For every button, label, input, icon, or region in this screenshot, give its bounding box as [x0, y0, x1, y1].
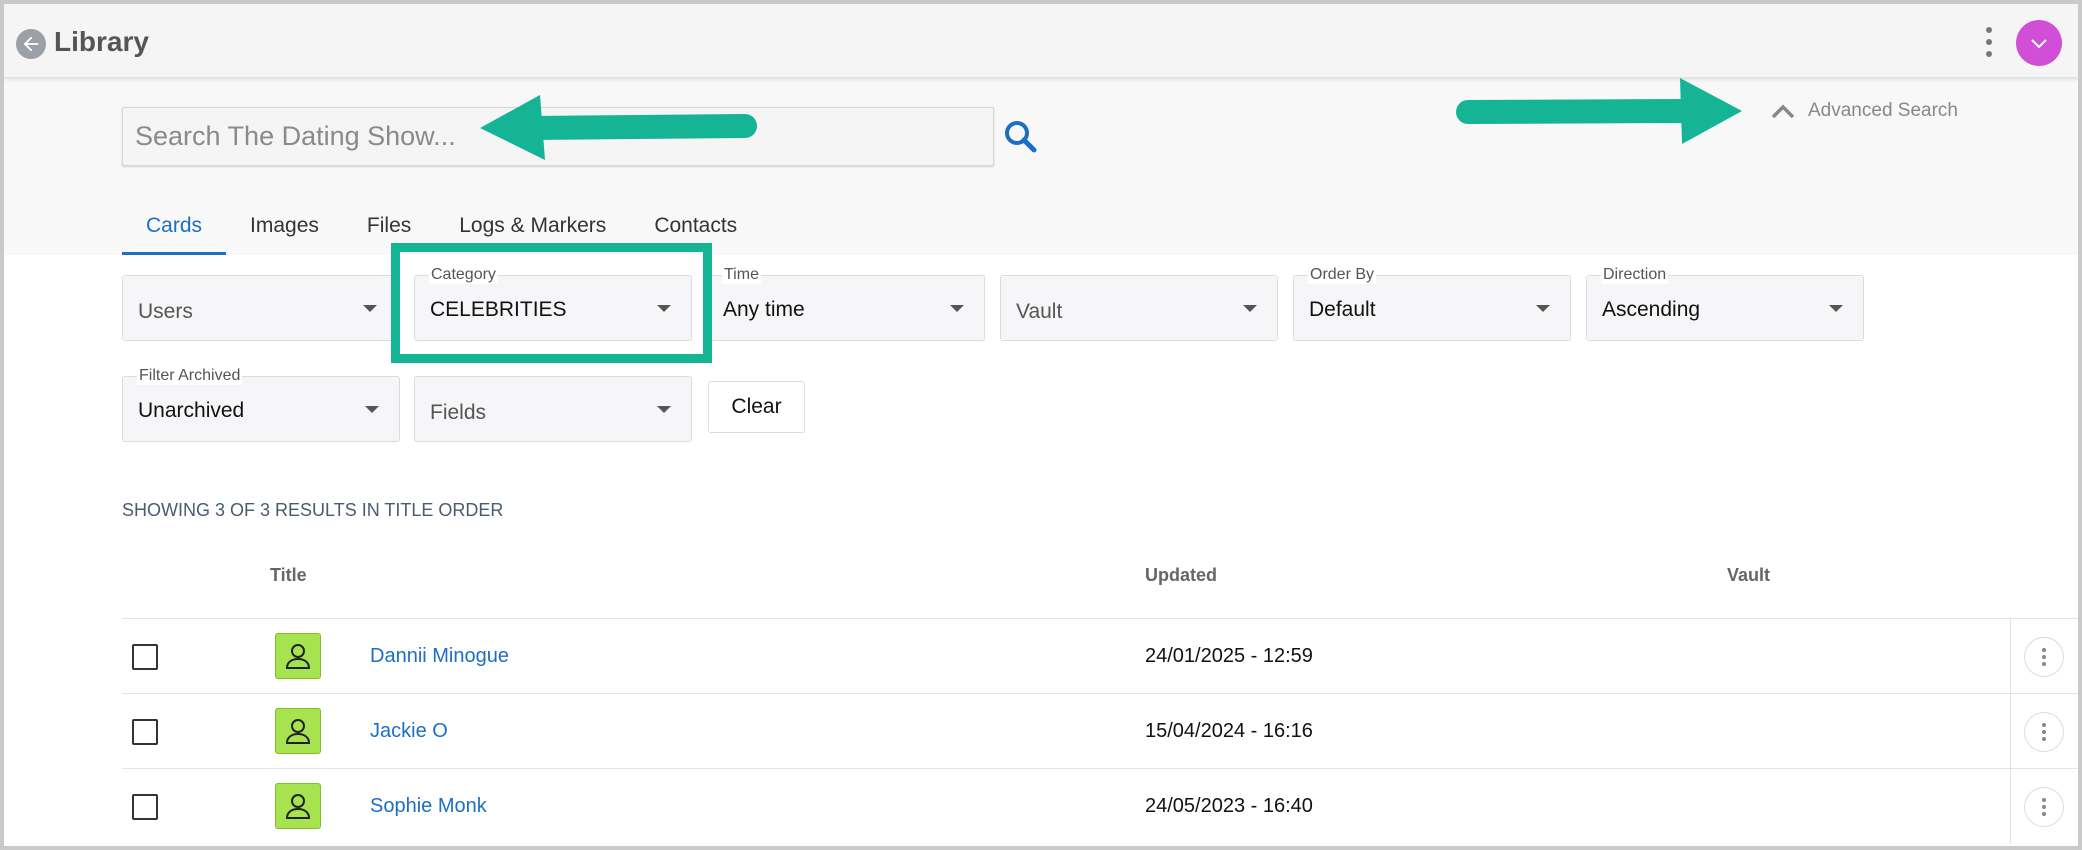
- tab-contacts[interactable]: Contacts: [630, 196, 761, 255]
- row-title-link[interactable]: Jackie O: [370, 720, 448, 743]
- category-select-value: CELEBRITIES: [430, 298, 567, 321]
- dropdown-caret-icon: [657, 406, 671, 413]
- chevron-up-icon: [1771, 104, 1795, 119]
- tab-cards[interactable]: Cards: [122, 196, 227, 255]
- row-checkbox[interactable]: [132, 719, 158, 745]
- dropdown-caret-icon: [365, 406, 379, 413]
- dropdown-caret-icon: [657, 305, 671, 312]
- order-by-select[interactable]: Order By Default: [1293, 266, 1571, 341]
- fields-select-value: Fields: [430, 401, 487, 424]
- search-input[interactable]: [122, 107, 994, 166]
- column-header-updated[interactable]: Updated: [1145, 565, 1217, 586]
- dropdown-caret-icon: [950, 305, 964, 312]
- dropdown-caret-icon: [1243, 305, 1257, 312]
- row-actions-cell: [2010, 619, 2078, 694]
- dropdown-caret-icon: [1829, 305, 1843, 312]
- order-by-select-value: Default: [1309, 298, 1376, 321]
- vault-select-value: Vault: [1016, 300, 1063, 323]
- table-row[interactable]: Sophie Monk 24/05/2023 - 16:40: [122, 768, 2078, 844]
- more-vertical-icon[interactable]: [2024, 637, 2064, 677]
- column-header-vault[interactable]: Vault: [1727, 565, 1770, 586]
- dropdown-caret-icon: [1536, 305, 1550, 312]
- category-select-label: Category: [429, 266, 498, 284]
- results-summary: SHOWING 3 OF 3 RESULTS IN TITLE ORDER: [122, 500, 504, 520]
- more-vertical-icon[interactable]: [2024, 787, 2064, 827]
- tab-logs-markers[interactable]: Logs & Markers: [435, 196, 630, 255]
- time-select-label: Time: [722, 266, 761, 284]
- users-select-value: Users: [138, 300, 193, 323]
- users-select[interactable]: Users: [122, 275, 398, 341]
- table-row[interactable]: Jackie O 15/04/2024 - 16:16: [122, 693, 2078, 769]
- order-by-select-label: Order By: [1308, 266, 1377, 284]
- page-title: Library: [54, 26, 149, 57]
- filter-archived-select-value: Unarchived: [138, 399, 245, 422]
- tab-files[interactable]: Files: [343, 196, 435, 255]
- person-icon: [275, 783, 321, 829]
- fields-select[interactable]: Fields: [414, 376, 692, 442]
- row-actions-cell: [2010, 769, 2078, 844]
- row-updated: 24/01/2025 - 12:59: [1145, 645, 1313, 667]
- back-arrow-icon[interactable]: [16, 29, 46, 59]
- more-vertical-icon[interactable]: [1974, 24, 2004, 60]
- time-select-value: Any time: [723, 298, 805, 321]
- table-row[interactable]: Dannii Minogue 24/01/2025 - 12:59: [122, 618, 2078, 694]
- user-avatar[interactable]: [2016, 20, 2062, 66]
- filter-archived-select[interactable]: Filter Archived Unarchived: [122, 367, 400, 442]
- row-title-link[interactable]: Dannii Minogue: [370, 645, 509, 668]
- person-icon: [275, 708, 321, 754]
- vault-select[interactable]: Vault: [1000, 275, 1278, 341]
- search-icon[interactable]: [1000, 116, 1040, 156]
- advanced-search-toggle[interactable]: Advanced Search: [1770, 98, 1958, 124]
- time-select[interactable]: Time Any time: [707, 266, 985, 341]
- row-updated: 24/05/2023 - 16:40: [1145, 795, 1313, 817]
- tab-images[interactable]: Images: [226, 196, 343, 255]
- chevron-down-icon: [2031, 39, 2047, 49]
- category-select[interactable]: Category CELEBRITIES: [414, 266, 692, 341]
- row-updated: 15/04/2024 - 16:16: [1145, 720, 1313, 742]
- column-header-title[interactable]: Title: [270, 565, 307, 586]
- row-actions-cell: [2010, 694, 2078, 769]
- row-title-link[interactable]: Sophie Monk: [370, 795, 487, 818]
- row-checkbox[interactable]: [132, 794, 158, 820]
- clear-button[interactable]: Clear: [708, 381, 805, 433]
- filter-archived-select-label: Filter Archived: [137, 367, 243, 385]
- app-header: Library: [4, 4, 2078, 77]
- more-vertical-icon[interactable]: [2024, 712, 2064, 752]
- advanced-search-label: Advanced Search: [1808, 100, 1958, 121]
- direction-select-label: Direction: [1601, 266, 1669, 284]
- row-checkbox[interactable]: [132, 644, 158, 670]
- dropdown-caret-icon: [363, 305, 377, 312]
- direction-select-value: Ascending: [1602, 298, 1701, 321]
- person-icon: [275, 633, 321, 679]
- direction-select[interactable]: Direction Ascending: [1586, 266, 1864, 341]
- content-tabs: Cards Images Files Logs & Markers Contac…: [122, 196, 761, 255]
